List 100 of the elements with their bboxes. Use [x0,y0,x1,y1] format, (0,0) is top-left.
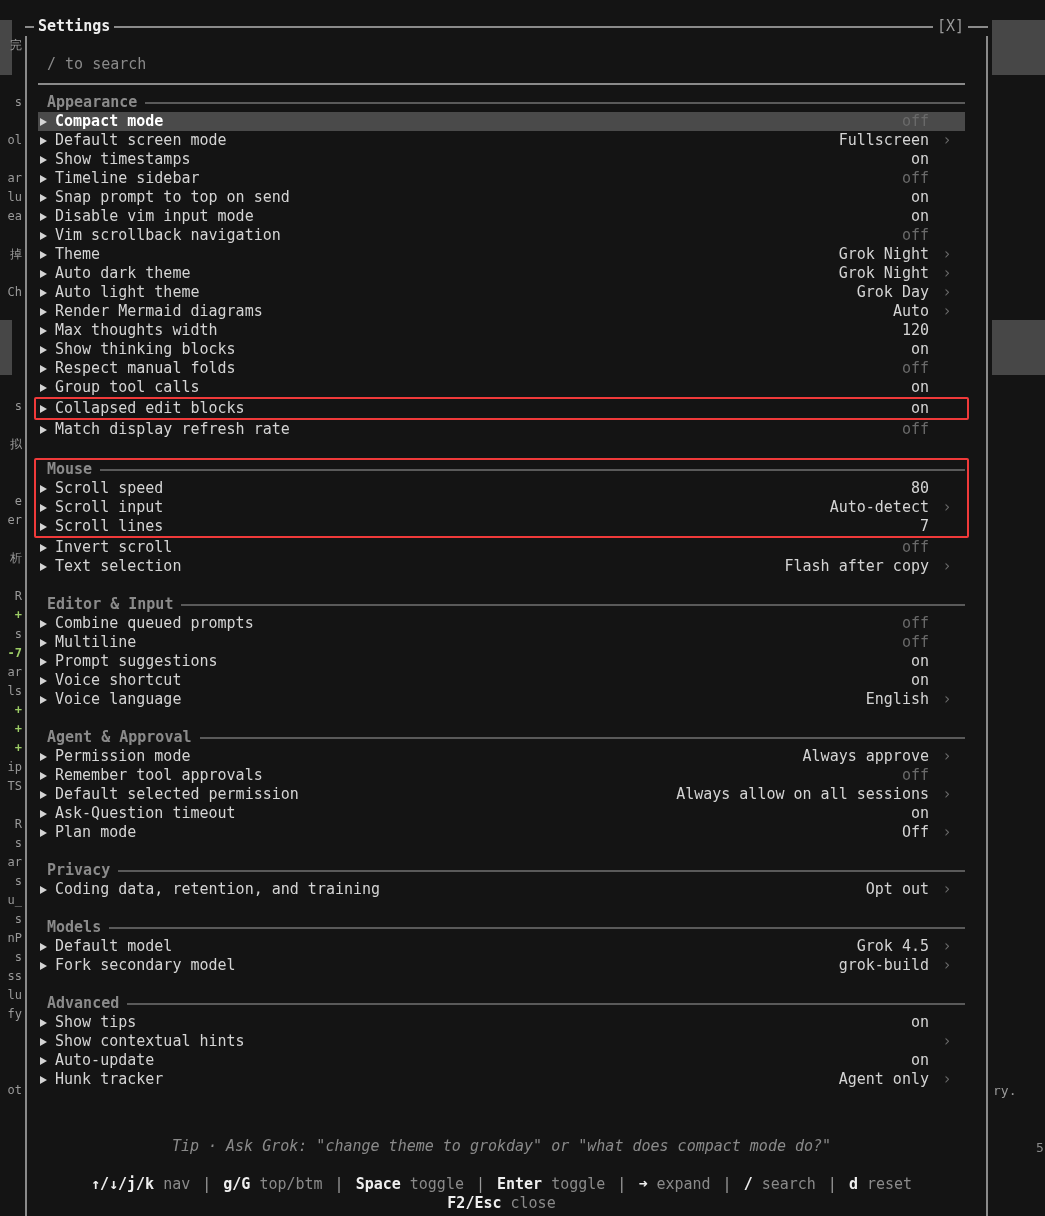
shaded-block [0,320,12,375]
terminal-text: TS [7,778,22,795]
expand-arrow-icon [40,136,47,145]
expand-arrow-icon [40,326,47,335]
terminal-text: fy [7,1006,22,1023]
terminal-text: ss [7,968,22,985]
terminal-text: 完 [10,37,22,54]
setting-row[interactable]: Prompt suggestions on [38,652,965,671]
expand-arrow-icon [40,212,47,221]
section-heading: Models [46,918,103,937]
terminal-text: ol [7,132,22,149]
setting-row[interactable]: Default screen mode Fullscreen › [38,131,965,150]
setting-row[interactable]: Hunk tracker Agent only › [38,1070,965,1089]
terminal-text: lu [7,987,22,1004]
expand-arrow-icon [40,1056,47,1065]
setting-row[interactable]: Auto dark theme Grok Night › [38,264,965,283]
setting-row[interactable]: Voice shortcut on [38,671,965,690]
section-heading: Agent & Approval [46,728,193,747]
setting-row[interactable]: Max thoughts width 120 [38,321,965,340]
setting-row[interactable]: Render Mermaid diagrams Auto › [38,302,965,321]
setting-row[interactable]: Collapsed edit blocks on [38,399,965,418]
setting-row[interactable]: Show timestamps on [38,150,965,169]
setting-row[interactable]: Scroll input Auto-detect › [38,498,965,517]
terminal-text: + [14,702,22,719]
terminal-text: ea [7,208,22,225]
action-label: expand [656,1175,711,1194]
setting-row[interactable]: Default model Grok 4.5 › [38,937,965,956]
terminal-text: 5 [1036,1139,1044,1157]
key-label: ↑/↓/j/k [90,1175,155,1194]
setting-row[interactable]: Coding data, retention, and training Opt out › [38,880,965,899]
expand-arrow-icon [40,695,47,704]
setting-row[interactable]: Plan mode Off › [38,823,965,842]
setting-row[interactable]: Timeline sidebar off [38,169,965,188]
setting-row[interactable]: Default selected permission Always allow on all sessions › [38,785,965,804]
setting-row[interactable]: Group tool calls on [38,378,965,397]
expand-arrow-icon [40,676,47,685]
setting-row[interactable]: Voice language English › [38,690,965,709]
setting-row[interactable]: Auto light theme Grok Day › [38,283,965,302]
expand-arrow-icon [40,1075,47,1084]
dialog-title: Settings [37,17,112,36]
terminal-text: er [7,512,22,529]
setting-row[interactable]: Respect manual folds off [38,359,965,378]
setting-row[interactable]: Fork secondary model grok-build › [38,956,965,975]
terminal-text: ar [7,664,22,681]
key-label: Space [355,1175,401,1194]
section-heading: Privacy [46,861,112,880]
separator: | [474,1175,486,1194]
action-label: reset [866,1175,913,1194]
setting-row[interactable]: Snap prompt to top on send on [38,188,965,207]
terminal-text: s [14,911,22,928]
action-label: search [761,1175,816,1194]
setting-row[interactable]: Invert scroll off [38,538,965,557]
shaded-block [992,20,1045,75]
setting-row[interactable]: Theme Grok Night › [38,245,965,264]
terminal-text: ot [7,1082,22,1099]
terminal-text: s [14,949,22,966]
setting-row[interactable]: Show contextual hints › [38,1032,965,1051]
setting-row[interactable]: Show thinking blocks on [38,340,965,359]
setting-row[interactable]: Ask-Question timeout on [38,804,965,823]
setting-row[interactable]: Disable vim input mode on [38,207,965,226]
terminal-text: 掉 [10,246,22,263]
terminal-text: Ch [7,284,22,301]
setting-row[interactable]: Auto-update on [38,1051,965,1070]
setting-row[interactable]: Scroll lines 7 [38,517,965,536]
terminal-text: s [14,94,22,111]
terminal-text: s [14,398,22,415]
setting-row[interactable]: Multiline off [38,633,965,652]
terminal-text: 析 [10,550,22,567]
setting-row[interactable]: Scroll speed 80 [38,479,965,498]
expand-arrow-icon [40,174,47,183]
terminal-text: s [14,626,22,643]
expand-arrow-icon [40,307,47,316]
separator: | [721,1175,733,1194]
section-heading: Advanced [46,994,121,1013]
setting-row[interactable]: Match display refresh rate off [38,420,965,439]
terminal-text: u_ [7,892,22,909]
terminal-text: 拟 [10,436,22,453]
expand-arrow-icon [40,961,47,970]
setting-row[interactable]: Combine queued prompts off [38,614,965,633]
expand-arrow-icon [40,638,47,647]
close-button[interactable]: [X] [932,17,968,36]
setting-row[interactable]: Remember tool approvals off [38,766,965,785]
key-label: Enter [497,1175,543,1194]
expand-arrow-icon [40,484,47,493]
action-label: top/btm [259,1175,323,1194]
shaded-block [992,320,1045,375]
setting-row[interactable]: Vim scrollback navigation off [38,226,965,245]
separator: | [826,1175,838,1194]
expand-arrow-icon [40,790,47,799]
setting-row[interactable]: Text selection Flash after copy › [38,557,965,576]
terminal-text: -7 [7,645,22,662]
terminal-text: R [14,588,22,605]
expand-arrow-icon [40,364,47,373]
search-field[interactable]: / to search [38,55,965,74]
expand-arrow-icon [40,522,47,531]
expand-arrow-icon [40,942,47,951]
setting-row[interactable]: Show tips on [38,1013,965,1032]
setting-row[interactable]: Permission mode Always approve › [38,747,965,766]
expand-arrow-icon [40,345,47,354]
terminal-text: lu [7,189,22,206]
